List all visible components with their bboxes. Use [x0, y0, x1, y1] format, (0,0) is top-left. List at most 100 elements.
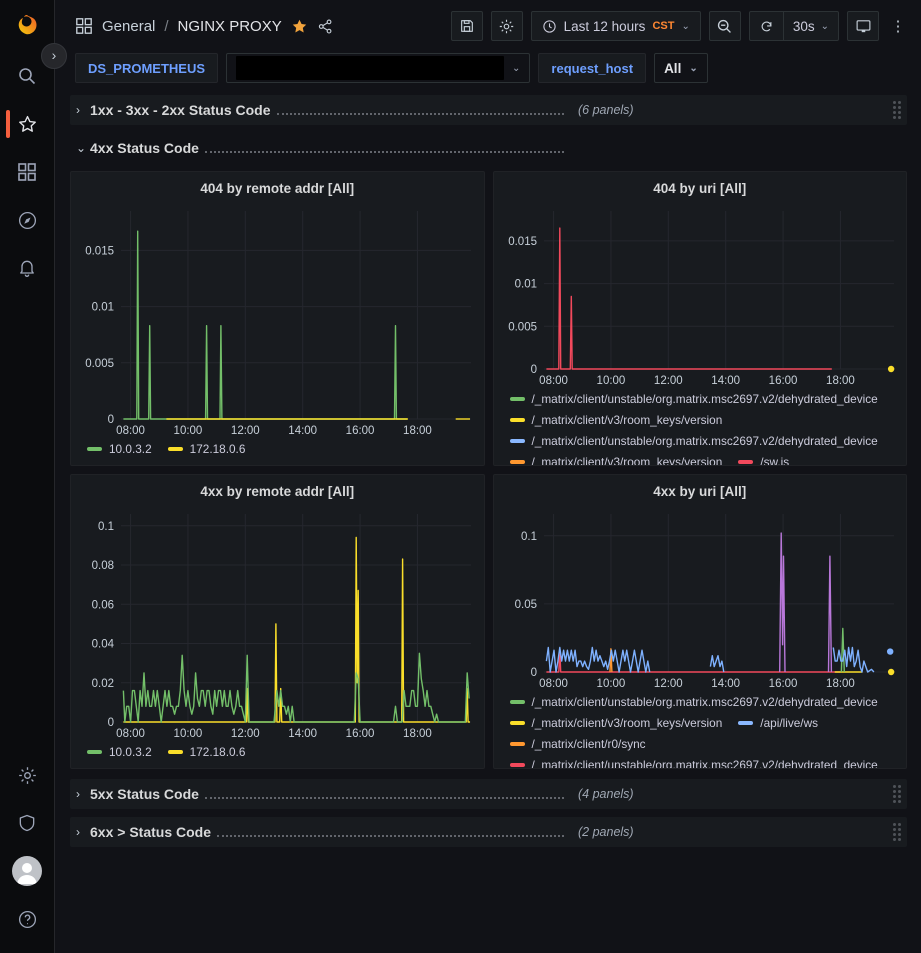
request-host-value: All: [664, 61, 681, 76]
row-1xx-3xx-2xx[interactable]: › 1xx - 3xx - 2xx Status Code (6 panels): [70, 95, 907, 125]
panel-title[interactable]: 4xx by uri [All]: [500, 478, 901, 504]
gear-icon: [498, 18, 515, 35]
legend-item[interactable]: 10.0.3.2: [87, 745, 152, 759]
y-axis-tick: 0.1: [521, 531, 537, 543]
x-axis-tick: 10:00: [596, 678, 625, 690]
sidebar-item-alerting[interactable]: [0, 244, 55, 292]
zoom-out-icon: [716, 18, 733, 35]
chevron-down-icon: ⌄: [681, 21, 689, 32]
x-axis-tick: 10:00: [596, 375, 625, 387]
share-icon[interactable]: [317, 18, 334, 35]
breadcrumb-separator: /: [164, 18, 168, 35]
timeseries-chart[interactable]: 00.050.108:0010:0012:0014:0016:0018:00: [500, 504, 904, 692]
y-axis-tick: 0.05: [514, 599, 536, 611]
legend-swatch: [168, 447, 183, 451]
legend-swatch: [510, 418, 525, 422]
x-axis-tick: 10:00: [174, 425, 203, 437]
save-dashboard-button[interactable]: [451, 11, 483, 41]
refresh-interval-dropdown[interactable]: 30s ⌄: [783, 12, 838, 40]
x-axis-tick: 16:00: [768, 375, 797, 387]
legend-item[interactable]: /sw.js: [738, 455, 789, 466]
kebab-menu-button[interactable]: ⋮: [887, 11, 909, 41]
sidebar-item-help[interactable]: [0, 895, 55, 943]
x-axis-tick: 08:00: [116, 425, 145, 437]
row-drag-handle[interactable]: [893, 101, 901, 119]
variable-select-request-host[interactable]: All ⌄: [654, 53, 708, 83]
legend-item[interactable]: /_matrix/client/v3/room_keys/version: [510, 716, 723, 730]
legend-item[interactable]: /_matrix/client/r0/sync: [510, 737, 646, 751]
sidebar-item-explore[interactable]: [0, 196, 55, 244]
legend-item[interactable]: /_matrix/client/unstable/org.matrix.msc2…: [510, 392, 878, 406]
help-circle-icon: [17, 909, 38, 930]
y-axis-tick: 0.015: [508, 236, 537, 248]
dotted-leader: [205, 141, 564, 153]
x-axis-tick: 16:00: [346, 728, 375, 740]
sidebar-item-user[interactable]: [0, 847, 55, 895]
timeseries-chart[interactable]: 00.020.040.060.080.108:0010:0012:0014:00…: [77, 504, 481, 742]
bell-icon: [17, 258, 37, 278]
app-root: ›: [0, 0, 921, 953]
row-title: 1xx - 3xx - 2xx Status Code: [90, 102, 271, 118]
x-axis-tick: 14:00: [288, 728, 317, 740]
legend-item[interactable]: /_matrix/client/unstable/org.matrix.msc2…: [510, 758, 878, 769]
legend-item[interactable]: 172.18.0.6: [168, 442, 246, 456]
row-5xx[interactable]: › 5xx Status Code (4 panels): [70, 779, 907, 809]
x-axis-tick: 14:00: [711, 375, 740, 387]
zoom-out-time-button[interactable]: [709, 11, 741, 41]
series-line: [779, 533, 784, 672]
favorite-star-icon[interactable]: [291, 18, 308, 35]
series-line: [841, 628, 844, 672]
series-line: [710, 656, 723, 672]
panel-404-by-uri: 404 by uri [All] 00.0050.010.01508:0010:…: [493, 171, 908, 466]
sidebar-item-configuration[interactable]: [0, 751, 55, 799]
breadcrumb-title[interactable]: NGINX PROXY: [178, 18, 282, 35]
legend-label: /_matrix/client/r0/sync: [532, 737, 646, 751]
time-range-picker[interactable]: Last 12 hours CST ⌄: [531, 11, 701, 41]
dotted-leader: [217, 825, 564, 837]
panel-legend: 10.0.3.2 172.18.0.6: [77, 439, 478, 456]
chevron-down-icon: ⌄: [689, 63, 697, 74]
refresh-button[interactable]: [750, 12, 783, 40]
x-axis-tick: 12:00: [653, 375, 682, 387]
timeseries-chart[interactable]: 00.0050.010.01508:0010:0012:0014:0016:00…: [77, 201, 481, 439]
chevron-right-icon: ›: [76, 787, 90, 801]
row-4xx[interactable]: ⌄ 4xx Status Code: [70, 133, 907, 163]
legend-swatch: [87, 750, 102, 754]
dashboards-grid-icon: [17, 162, 37, 182]
legend-label: /_matrix/client/v3/room_keys/version: [532, 413, 723, 427]
dashboard-settings-button[interactable]: [491, 11, 523, 41]
search-icon: [17, 66, 37, 86]
legend-item[interactable]: /_matrix/client/unstable/org.matrix.msc2…: [510, 434, 878, 448]
variable-select-ds-prometheus[interactable]: ⌄: [226, 53, 530, 83]
row-drag-handle[interactable]: [893, 785, 901, 803]
series-line: [828, 556, 831, 672]
y-axis-tick: 0: [108, 414, 114, 426]
panel-title[interactable]: 404 by remote addr [All]: [77, 175, 478, 201]
legend-item[interactable]: 10.0.3.2: [87, 442, 152, 456]
legend-item[interactable]: 172.18.0.6: [168, 745, 246, 759]
y-axis-tick: 0.005: [85, 358, 114, 370]
legend-item[interactable]: /_matrix/client/v3/room_keys/version: [510, 413, 723, 427]
legend-label: /_matrix/client/v3/room_keys/version: [532, 716, 723, 730]
row-drag-handle[interactable]: [893, 823, 901, 841]
panel-title[interactable]: 404 by uri [All]: [500, 175, 901, 201]
row-6xx[interactable]: › 6xx > Status Code (2 panels): [70, 817, 907, 847]
sidebar-expand-button[interactable]: ›: [41, 43, 67, 69]
sidebar-item-dashboards[interactable]: [0, 148, 55, 196]
legend-swatch: [510, 439, 525, 443]
grafana-logo-icon: [14, 13, 40, 39]
sidebar-item-server-admin[interactable]: [0, 799, 55, 847]
panel-title[interactable]: 4xx by remote addr [All]: [77, 478, 478, 504]
legend-item[interactable]: /api/live/ws: [738, 716, 818, 730]
x-axis-tick: 18:00: [403, 728, 432, 740]
legend-item[interactable]: /_matrix/client/v3/room_keys/version: [510, 455, 723, 466]
variables-bar: DS_PROMETHEUS ⌄ request_host All ⌄: [55, 52, 921, 90]
timeseries-chart[interactable]: 00.0050.010.01508:0010:0012:0014:0016:00…: [500, 201, 904, 389]
legend-item[interactable]: /_matrix/client/unstable/org.matrix.msc2…: [510, 695, 878, 709]
legend-swatch: [510, 397, 525, 401]
variable-label-request-host: request_host: [538, 53, 646, 83]
breadcrumb-section[interactable]: General: [102, 18, 155, 35]
cycle-view-mode-button[interactable]: [847, 11, 879, 41]
dotted-leader: [277, 103, 564, 115]
sidebar-item-starred[interactable]: [0, 100, 55, 148]
